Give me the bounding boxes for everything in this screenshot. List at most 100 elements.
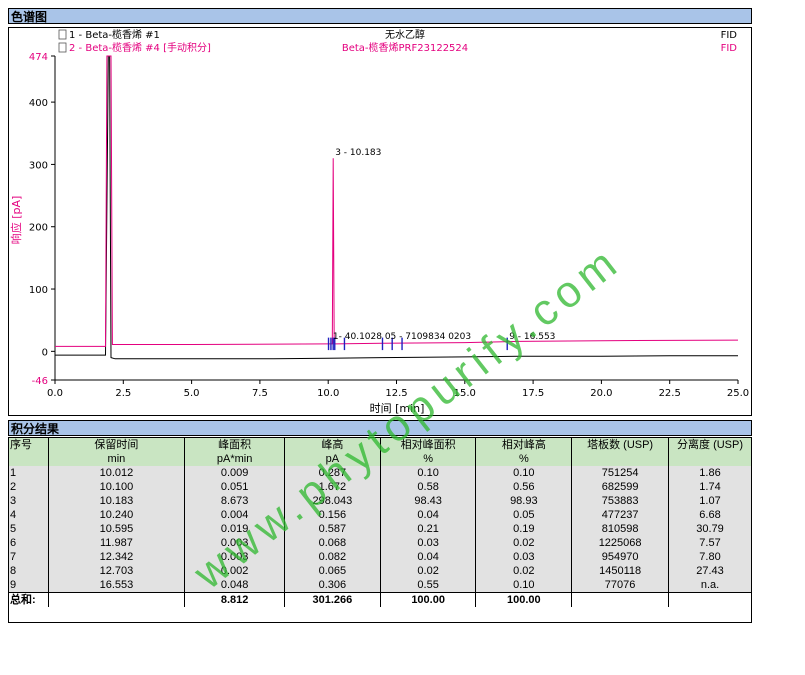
- x-tick-label: 17.5: [522, 388, 544, 399]
- y-tick-label: 100: [29, 285, 48, 296]
- sum-cell: 100.00: [475, 592, 573, 607]
- x-tick-label: 25.0: [727, 388, 749, 399]
- table-cell: 77076: [571, 578, 670, 593]
- table-cell: 477237: [571, 508, 670, 522]
- legend-sample-name: 无水乙醇: [385, 28, 425, 41]
- table-cell: 1225068: [571, 536, 670, 550]
- table-cell: 3: [8, 494, 49, 508]
- table-cell: 0.306: [284, 578, 381, 593]
- table-cell: 753883: [571, 494, 670, 508]
- x-tick-label: 0.0: [47, 388, 63, 399]
- column-header: 峰面积: [184, 438, 285, 452]
- table-cell: 7.80: [668, 550, 752, 564]
- table-cell: n.a.: [668, 578, 752, 593]
- table-cell: 0.19: [475, 522, 573, 536]
- column-header: 保留时间: [48, 438, 186, 452]
- table-cell: 4: [8, 508, 49, 522]
- table-cell: 810598: [571, 522, 670, 536]
- table-row: 9 16.553 0.048 0.306 0.55 0.10 77076 n.a.: [8, 578, 752, 593]
- table-cell: 10.012: [48, 466, 186, 480]
- table-cell: 98.93: [475, 494, 573, 508]
- y-axis-label: 响应 [pA]: [9, 196, 23, 245]
- table-row: 4 10.240 0.004 0.156 0.04 0.05 477237 6.68: [8, 508, 752, 522]
- table-cell: 0.05: [475, 508, 573, 522]
- table-cell: 1.86: [668, 466, 752, 480]
- table-cell: 0.03: [380, 536, 477, 550]
- table-cell: 1450118: [571, 564, 670, 578]
- table-cell: 8: [8, 564, 49, 578]
- table-cell: 0.02: [475, 564, 573, 578]
- y-axis: 474 400 300 200 100 0 -46: [29, 52, 56, 387]
- table-cell: 0.051: [184, 480, 285, 494]
- table-cell: 0.065: [284, 564, 381, 578]
- legend-sample-name: Beta-榄香烯PRF23122524: [342, 41, 468, 54]
- legend-icon: [58, 42, 67, 53]
- table-row: 2 10.100 0.051 1.672 0.58 0.56 682599 1.74: [8, 480, 752, 494]
- column-unit: pA*min: [184, 452, 285, 466]
- table-cell: 10.100: [48, 480, 186, 494]
- table-cell: 2: [8, 480, 49, 494]
- table-cell: 0.10: [380, 466, 477, 480]
- series-line-2: [55, 55, 739, 347]
- y-tick-label: -46: [32, 376, 48, 387]
- table-cell: 954970: [571, 550, 670, 564]
- y-tick-label: 0: [42, 347, 48, 358]
- table-cell: 0.56: [475, 480, 573, 494]
- y-tick-label: 300: [29, 160, 48, 171]
- table-cell: 0.58: [380, 480, 477, 494]
- table-cell: 11.987: [48, 536, 186, 550]
- table-cell: 0.10: [475, 466, 573, 480]
- series-group: [55, 55, 739, 360]
- table-cell: 682599: [571, 480, 670, 494]
- sum-cell: [571, 592, 670, 607]
- table-row: 5 10.595 0.019 0.587 0.21 0.19 810598 30.79: [8, 522, 752, 536]
- table-cell: 0.03: [475, 550, 573, 564]
- y-tick-label: 400: [29, 98, 48, 109]
- trace-legend: 1 - Beta-榄香烯 #1 无水乙醇 FID 2 - Beta-榄香烯 #4 [手…: [58, 28, 738, 54]
- table-row: 3 10.183 8.673 298.043 98.43 98.93 753883 1.07: [8, 494, 752, 508]
- table-cell: 7: [8, 550, 49, 564]
- table-cell: 98.43: [380, 494, 477, 508]
- x-tick-label: 20.0: [590, 388, 612, 399]
- table-cell: 10.240: [48, 508, 186, 522]
- legend-detector: FID: [721, 43, 738, 54]
- table-cell: 0.068: [284, 536, 381, 550]
- y-tick-label: 474: [29, 52, 48, 63]
- x-tick-label: 7.5: [252, 388, 268, 399]
- table-cell: 30.79: [668, 522, 752, 536]
- table-sum-row: 总和: 8.812 301.266 100.00 100.00: [8, 592, 752, 607]
- column-unit: [668, 452, 752, 466]
- chromatogram-chart: 1 - Beta-榄香烯 #1 无水乙醇 FID 2 - Beta-榄香烯 #4 [手…: [9, 28, 749, 415]
- series-line-1: [55, 55, 738, 360]
- legend-trace-label: 1 - Beta-榄香烯 #1: [69, 28, 160, 41]
- sum-cell: 301.266: [284, 592, 381, 607]
- table-cell: 1.74: [668, 480, 752, 494]
- sum-cell: [668, 592, 752, 607]
- x-tick-label: 10.0: [317, 388, 339, 399]
- table-cell: 0.02: [380, 564, 477, 578]
- table-cell: 10.183: [48, 494, 186, 508]
- column-header: 分离度 (USP): [668, 438, 752, 452]
- table-row: 8 12.703 0.002 0.065 0.02 0.02 1450118 27.43: [8, 564, 752, 578]
- table-cell: 1: [8, 466, 49, 480]
- table-cell: 0.02: [475, 536, 573, 550]
- table-cell: 16.553: [48, 578, 186, 593]
- table-cell: 0.55: [380, 578, 477, 593]
- column-header: 序号: [8, 438, 49, 452]
- x-tick-label: 2.5: [115, 388, 131, 399]
- sum-cell: 总和:: [8, 592, 49, 607]
- table-cell: 6.68: [668, 508, 752, 522]
- table-cell: 0.04: [380, 550, 477, 564]
- legend-detector: FID: [721, 30, 738, 41]
- table-cell: 10.595: [48, 522, 186, 536]
- column-header: 塔板数 (USP): [571, 438, 670, 452]
- table-cell: 7.57: [668, 536, 752, 550]
- table-cell: 5: [8, 522, 49, 536]
- table-row: 7 12.342 0.003 0.082 0.04 0.03 954970 7.80: [8, 550, 752, 564]
- column-unit: %: [475, 452, 573, 466]
- legend-trace-label: 2 - Beta-榄香烯 #4 [手动积分]: [69, 41, 211, 54]
- table-cell: 0.009: [184, 466, 285, 480]
- table-cell: 1.07: [668, 494, 752, 508]
- table-row: 6 11.987 0.003 0.068 0.03 0.02 1225068 7.57: [8, 536, 752, 550]
- peak-annotation: 1- 40.1028 05 - 7109834 0203: [333, 332, 471, 342]
